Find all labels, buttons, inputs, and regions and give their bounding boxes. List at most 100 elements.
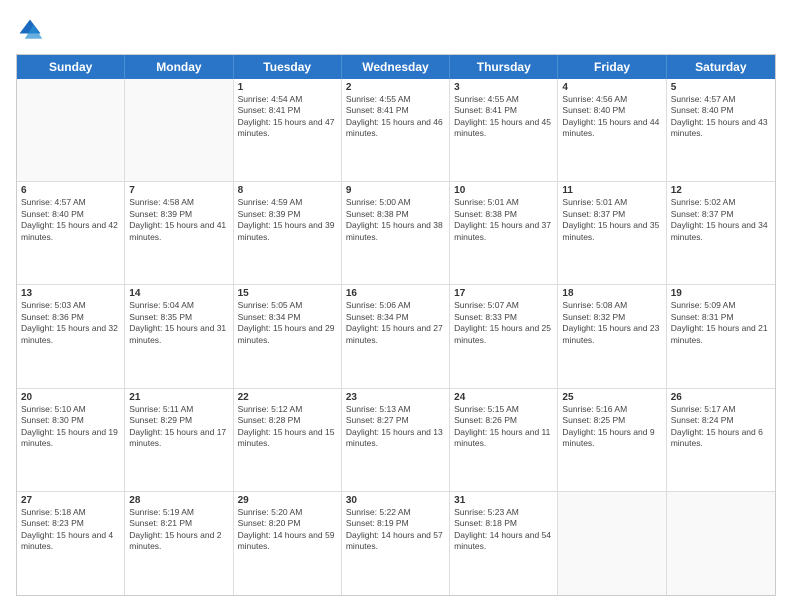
day-number: 6	[21, 185, 120, 196]
calendar-header: SundayMondayTuesdayWednesdayThursdayFrid…	[17, 55, 775, 79]
day-detail: Sunrise: 5:09 AM Sunset: 8:31 PM Dayligh…	[671, 300, 771, 346]
calendar-cell: 6Sunrise: 4:57 AM Sunset: 8:40 PM Daylig…	[17, 182, 125, 284]
day-number: 12	[671, 185, 771, 196]
header-day-monday: Monday	[125, 55, 233, 79]
day-detail: Sunrise: 5:15 AM Sunset: 8:26 PM Dayligh…	[454, 404, 553, 450]
day-detail: Sunrise: 5:02 AM Sunset: 8:37 PM Dayligh…	[671, 197, 771, 243]
day-detail: Sunrise: 5:05 AM Sunset: 8:34 PM Dayligh…	[238, 300, 337, 346]
day-number: 7	[129, 185, 228, 196]
day-number: 9	[346, 185, 445, 196]
calendar-cell: 12Sunrise: 5:02 AM Sunset: 8:37 PM Dayli…	[667, 182, 775, 284]
day-number: 16	[346, 288, 445, 299]
calendar-cell: 21Sunrise: 5:11 AM Sunset: 8:29 PM Dayli…	[125, 389, 233, 491]
day-number: 29	[238, 495, 337, 506]
day-number: 30	[346, 495, 445, 506]
logo	[16, 16, 48, 44]
header-day-friday: Friday	[558, 55, 666, 79]
day-detail: Sunrise: 4:55 AM Sunset: 8:41 PM Dayligh…	[346, 94, 445, 140]
calendar-cell: 16Sunrise: 5:06 AM Sunset: 8:34 PM Dayli…	[342, 285, 450, 387]
calendar-cell: 28Sunrise: 5:19 AM Sunset: 8:21 PM Dayli…	[125, 492, 233, 595]
calendar-cell: 31Sunrise: 5:23 AM Sunset: 8:18 PM Dayli…	[450, 492, 558, 595]
calendar-cell: 15Sunrise: 5:05 AM Sunset: 8:34 PM Dayli…	[234, 285, 342, 387]
day-detail: Sunrise: 5:04 AM Sunset: 8:35 PM Dayligh…	[129, 300, 228, 346]
day-number: 4	[562, 82, 661, 93]
calendar-cell: 4Sunrise: 4:56 AM Sunset: 8:40 PM Daylig…	[558, 79, 666, 181]
day-number: 8	[238, 185, 337, 196]
day-detail: Sunrise: 4:57 AM Sunset: 8:40 PM Dayligh…	[21, 197, 120, 243]
day-detail: Sunrise: 5:06 AM Sunset: 8:34 PM Dayligh…	[346, 300, 445, 346]
day-detail: Sunrise: 5:01 AM Sunset: 8:37 PM Dayligh…	[562, 197, 661, 243]
day-detail: Sunrise: 5:20 AM Sunset: 8:20 PM Dayligh…	[238, 507, 337, 553]
day-detail: Sunrise: 5:19 AM Sunset: 8:21 PM Dayligh…	[129, 507, 228, 553]
calendar-cell: 22Sunrise: 5:12 AM Sunset: 8:28 PM Dayli…	[234, 389, 342, 491]
day-detail: Sunrise: 5:16 AM Sunset: 8:25 PM Dayligh…	[562, 404, 661, 450]
header-day-wednesday: Wednesday	[342, 55, 450, 79]
day-detail: Sunrise: 5:17 AM Sunset: 8:24 PM Dayligh…	[671, 404, 771, 450]
header-day-tuesday: Tuesday	[234, 55, 342, 79]
calendar-week-5: 27Sunrise: 5:18 AM Sunset: 8:23 PM Dayli…	[17, 492, 775, 595]
calendar-cell: 18Sunrise: 5:08 AM Sunset: 8:32 PM Dayli…	[558, 285, 666, 387]
day-number: 3	[454, 82, 553, 93]
day-number: 10	[454, 185, 553, 196]
calendar-cell: 9Sunrise: 5:00 AM Sunset: 8:38 PM Daylig…	[342, 182, 450, 284]
header-day-thursday: Thursday	[450, 55, 558, 79]
day-number: 2	[346, 82, 445, 93]
day-detail: Sunrise: 4:55 AM Sunset: 8:41 PM Dayligh…	[454, 94, 553, 140]
calendar-cell	[125, 79, 233, 181]
calendar-cell: 24Sunrise: 5:15 AM Sunset: 8:26 PM Dayli…	[450, 389, 558, 491]
calendar-cell: 8Sunrise: 4:59 AM Sunset: 8:39 PM Daylig…	[234, 182, 342, 284]
day-number: 5	[671, 82, 771, 93]
calendar-cell: 27Sunrise: 5:18 AM Sunset: 8:23 PM Dayli…	[17, 492, 125, 595]
day-number: 25	[562, 392, 661, 403]
day-number: 11	[562, 185, 661, 196]
day-number: 22	[238, 392, 337, 403]
calendar-cell: 17Sunrise: 5:07 AM Sunset: 8:33 PM Dayli…	[450, 285, 558, 387]
day-number: 26	[671, 392, 771, 403]
header-day-sunday: Sunday	[17, 55, 125, 79]
calendar: SundayMondayTuesdayWednesdayThursdayFrid…	[16, 54, 776, 596]
calendar-cell	[667, 492, 775, 595]
calendar-cell: 14Sunrise: 5:04 AM Sunset: 8:35 PM Dayli…	[125, 285, 233, 387]
day-number: 1	[238, 82, 337, 93]
day-number: 20	[21, 392, 120, 403]
day-detail: Sunrise: 5:11 AM Sunset: 8:29 PM Dayligh…	[129, 404, 228, 450]
calendar-cell: 19Sunrise: 5:09 AM Sunset: 8:31 PM Dayli…	[667, 285, 775, 387]
calendar-week-1: 1Sunrise: 4:54 AM Sunset: 8:41 PM Daylig…	[17, 79, 775, 182]
day-detail: Sunrise: 5:18 AM Sunset: 8:23 PM Dayligh…	[21, 507, 120, 553]
calendar-cell: 26Sunrise: 5:17 AM Sunset: 8:24 PM Dayli…	[667, 389, 775, 491]
calendar-body: 1Sunrise: 4:54 AM Sunset: 8:41 PM Daylig…	[17, 79, 775, 595]
day-number: 27	[21, 495, 120, 506]
day-number: 31	[454, 495, 553, 506]
day-number: 28	[129, 495, 228, 506]
calendar-week-2: 6Sunrise: 4:57 AM Sunset: 8:40 PM Daylig…	[17, 182, 775, 285]
day-detail: Sunrise: 5:01 AM Sunset: 8:38 PM Dayligh…	[454, 197, 553, 243]
calendar-cell: 30Sunrise: 5:22 AM Sunset: 8:19 PM Dayli…	[342, 492, 450, 595]
calendar-cell: 20Sunrise: 5:10 AM Sunset: 8:30 PM Dayli…	[17, 389, 125, 491]
day-detail: Sunrise: 5:03 AM Sunset: 8:36 PM Dayligh…	[21, 300, 120, 346]
calendar-cell: 5Sunrise: 4:57 AM Sunset: 8:40 PM Daylig…	[667, 79, 775, 181]
day-detail: Sunrise: 5:12 AM Sunset: 8:28 PM Dayligh…	[238, 404, 337, 450]
calendar-cell: 10Sunrise: 5:01 AM Sunset: 8:38 PM Dayli…	[450, 182, 558, 284]
day-number: 23	[346, 392, 445, 403]
logo-icon	[16, 16, 44, 44]
day-number: 14	[129, 288, 228, 299]
day-number: 19	[671, 288, 771, 299]
day-detail: Sunrise: 5:08 AM Sunset: 8:32 PM Dayligh…	[562, 300, 661, 346]
day-detail: Sunrise: 5:07 AM Sunset: 8:33 PM Dayligh…	[454, 300, 553, 346]
day-number: 24	[454, 392, 553, 403]
day-detail: Sunrise: 4:54 AM Sunset: 8:41 PM Dayligh…	[238, 94, 337, 140]
calendar-cell: 2Sunrise: 4:55 AM Sunset: 8:41 PM Daylig…	[342, 79, 450, 181]
day-number: 17	[454, 288, 553, 299]
calendar-cell: 7Sunrise: 4:58 AM Sunset: 8:39 PM Daylig…	[125, 182, 233, 284]
day-detail: Sunrise: 5:22 AM Sunset: 8:19 PM Dayligh…	[346, 507, 445, 553]
calendar-cell: 1Sunrise: 4:54 AM Sunset: 8:41 PM Daylig…	[234, 79, 342, 181]
day-number: 21	[129, 392, 228, 403]
calendar-cell: 13Sunrise: 5:03 AM Sunset: 8:36 PM Dayli…	[17, 285, 125, 387]
calendar-cell	[17, 79, 125, 181]
calendar-cell: 23Sunrise: 5:13 AM Sunset: 8:27 PM Dayli…	[342, 389, 450, 491]
day-detail: Sunrise: 5:00 AM Sunset: 8:38 PM Dayligh…	[346, 197, 445, 243]
day-detail: Sunrise: 5:23 AM Sunset: 8:18 PM Dayligh…	[454, 507, 553, 553]
day-detail: Sunrise: 5:10 AM Sunset: 8:30 PM Dayligh…	[21, 404, 120, 450]
calendar-cell	[558, 492, 666, 595]
calendar-cell: 3Sunrise: 4:55 AM Sunset: 8:41 PM Daylig…	[450, 79, 558, 181]
